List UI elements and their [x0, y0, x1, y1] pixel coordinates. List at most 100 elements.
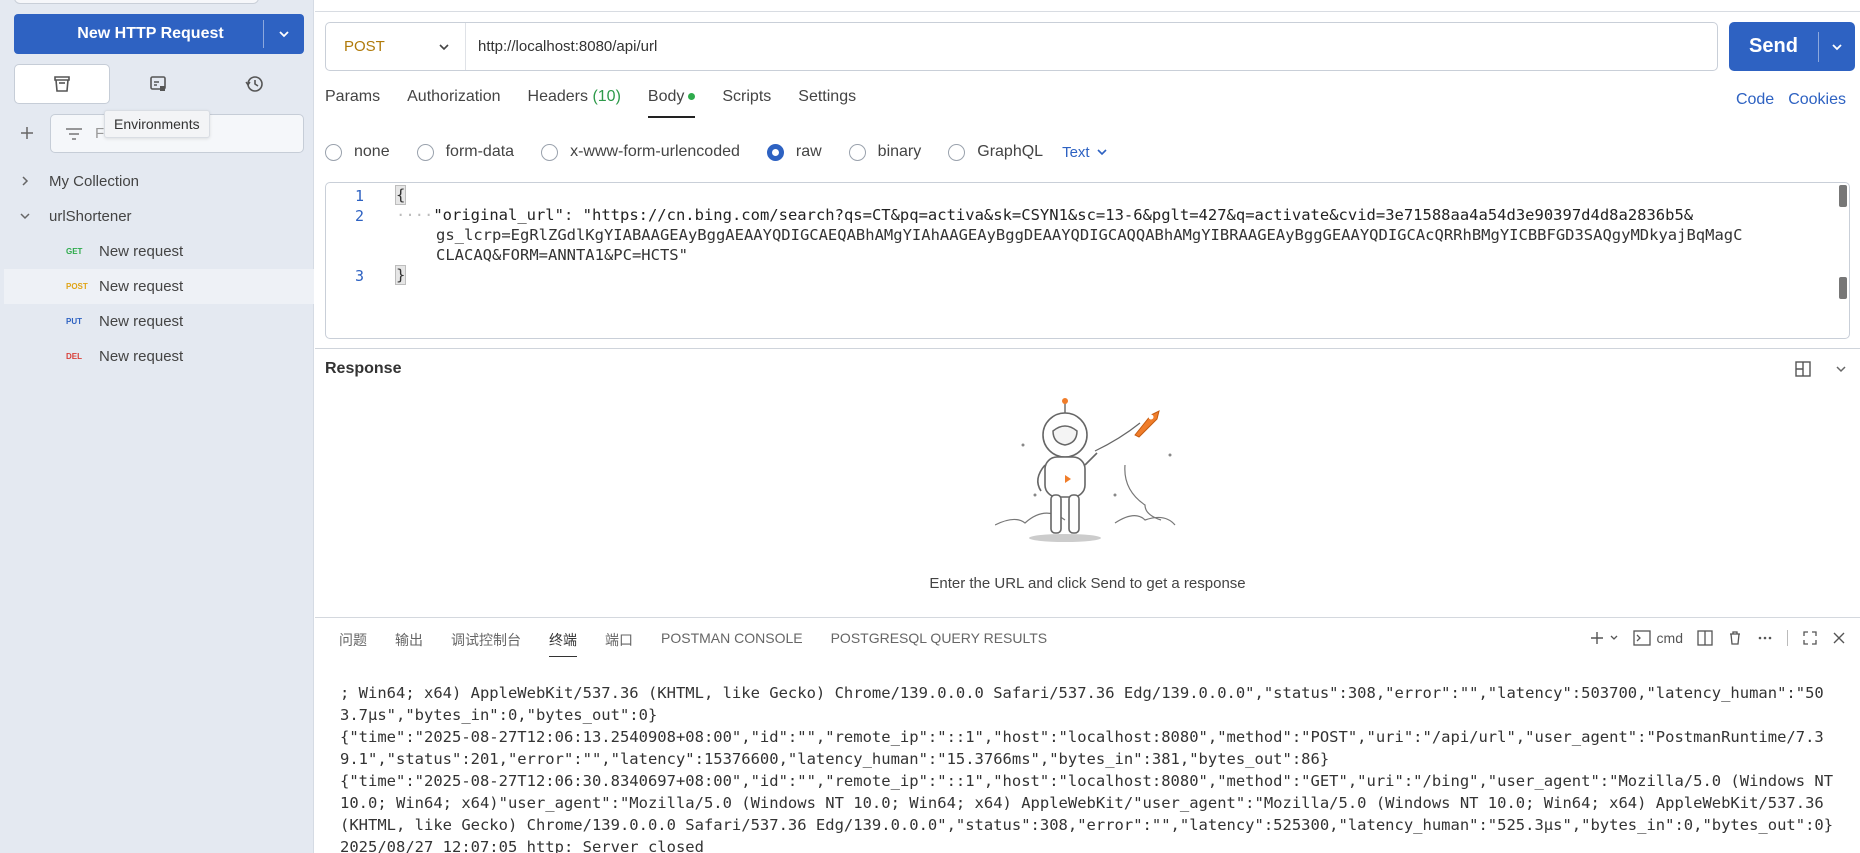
radio-circle[interactable]: [541, 143, 559, 161]
tab-settings[interactable]: Settings: [798, 88, 856, 118]
tab-collections[interactable]: [14, 64, 110, 104]
response-title: Response: [325, 360, 402, 377]
chevron-down-icon[interactable]: [1819, 40, 1855, 54]
method-badge-get: GET: [66, 247, 83, 256]
body-editor[interactable]: 1 2 3 { ····"original_url": "https://cn.…: [325, 182, 1850, 339]
divider: [1787, 630, 1788, 646]
scroll-thumb[interactable]: [1839, 277, 1847, 299]
tab-authorization[interactable]: Authorization: [407, 88, 500, 118]
tab-environments[interactable]: [110, 64, 206, 104]
chevron-down-icon[interactable]: [264, 27, 304, 41]
new-http-request-label[interactable]: New HTTP Request: [14, 25, 263, 43]
method-badge-post: POST: [66, 282, 88, 291]
close-brace: }: [394, 265, 407, 285]
code-link[interactable]: Code: [1736, 91, 1774, 109]
collection-name: urlShortener: [49, 208, 132, 225]
url-bar: POST: [325, 22, 1718, 71]
radio-circle[interactable]: [325, 143, 342, 161]
line-number: 1: [354, 187, 364, 205]
radio-none[interactable]: none: [325, 143, 390, 161]
tab-history[interactable]: [206, 64, 302, 104]
scroll-thumb[interactable]: [1839, 185, 1847, 207]
more-icon[interactable]: [1757, 630, 1773, 646]
send-label[interactable]: Send: [1729, 35, 1818, 58]
body-type-selector: none form-data x-www-form-urlencoded raw…: [325, 140, 1108, 164]
radio-label: GraphQL: [977, 143, 1044, 160]
headers-count: (10): [592, 88, 621, 105]
open-brace: {: [394, 185, 407, 205]
request-links: Code Cookies: [1736, 91, 1846, 109]
request-item-del[interactable]: DEL New request: [4, 339, 314, 374]
indent-dots: ····: [396, 206, 434, 224]
radio-binary[interactable]: binary: [848, 143, 921, 161]
response-actions: [1794, 360, 1848, 378]
split-icon[interactable]: [1697, 630, 1713, 646]
collection-my-collection[interactable]: My Collection: [0, 164, 314, 199]
radio-urlencoded[interactable]: x-www-form-urlencoded: [541, 143, 740, 161]
sidebar: New HTTP Request Environments F My Colle…: [0, 0, 314, 853]
request-item-put[interactable]: PUT New request: [4, 304, 314, 339]
modified-dot: [688, 93, 696, 101]
maximize-icon[interactable]: [1802, 630, 1818, 646]
tab-body-label: Body: [647, 88, 685, 105]
chevron-down-icon: [1097, 149, 1107, 156]
radio-raw[interactable]: raw: [766, 143, 822, 161]
tab-output[interactable]: 输出: [395, 630, 423, 657]
tab-terminal[interactable]: 终端: [549, 630, 577, 657]
cookies-link[interactable]: Cookies: [1788, 91, 1846, 109]
radio-circle[interactable]: [948, 143, 966, 161]
radio-label: none: [354, 143, 390, 160]
tab-params[interactable]: Params: [325, 88, 380, 118]
new-http-request-button[interactable]: New HTTP Request: [14, 14, 304, 54]
json-value-3: CLACAQ&FORM=ANNTA1&PC=HCTS": [436, 246, 688, 264]
tab-ports[interactable]: 端口: [605, 630, 633, 657]
tab-debug-console[interactable]: 调试控制台: [451, 630, 521, 657]
json-value-2: gs_lcrp=EgRlZGdlKgYIABAAGEAyBggAEAAYQDIG…: [436, 226, 1743, 244]
workspace-selector[interactable]: [14, 0, 259, 4]
url-input[interactable]: [466, 38, 1717, 55]
panel-actions: cmd: [1589, 630, 1846, 646]
terminal-panel: 问题 输出 调试控制台 终端 端口 POSTMAN CONSOLE POSTGR…: [315, 617, 1860, 853]
collections-icon: [54, 76, 70, 92]
tab-problems[interactable]: 问题: [339, 630, 367, 657]
json-value-1: "https://cn.bing.com/search?qs=CT&pq=act…: [582, 206, 1694, 224]
sidebar-icon-tabs: [14, 64, 304, 104]
tab-headers[interactable]: Headers (10): [528, 88, 621, 118]
history-icon: [245, 76, 263, 92]
chevron-right-icon[interactable]: [18, 174, 32, 188]
add-icon[interactable]: [16, 122, 38, 144]
code-line: CLACAQ&FORM=ANNTA1&PC=HCTS": [436, 246, 688, 264]
filter-placeholder: F: [95, 125, 105, 142]
request-item-get[interactable]: GET New request: [4, 234, 314, 269]
chevron-down-icon[interactable]: [18, 209, 32, 223]
tab-postman-console[interactable]: POSTMAN CONSOLE: [661, 630, 803, 657]
main-panel: POST Send Params Authorization Headers (…: [315, 0, 1860, 853]
tab-scripts[interactable]: Scripts: [722, 88, 771, 118]
format-select[interactable]: Text: [1062, 144, 1108, 161]
code-line: gs_lcrp=EgRlZGdlKgYIABAAGEAyBggAEAAYQDIG…: [436, 226, 1742, 244]
trash-icon[interactable]: [1727, 630, 1743, 646]
chevron-down-icon[interactable]: [1834, 362, 1848, 376]
panel-tabs: 问题 输出 调试控制台 终端 端口 POSTMAN CONSOLE POSTGR…: [339, 630, 1075, 657]
tab-body[interactable]: Body: [647, 88, 696, 118]
radio-graphql[interactable]: GraphQL: [948, 143, 1043, 161]
radio-circle[interactable]: [766, 143, 784, 161]
request-item-post[interactable]: POST New request: [4, 269, 314, 304]
radio-circle[interactable]: [848, 143, 866, 161]
radio-form-data[interactable]: form-data: [416, 143, 514, 161]
editor-scrollbar[interactable]: [1837, 183, 1847, 338]
radio-circle[interactable]: [416, 143, 434, 161]
close-icon[interactable]: [1832, 631, 1846, 645]
line-gutter: 1 2 3: [326, 183, 384, 338]
chevron-down-icon[interactable]: [1609, 633, 1619, 643]
shell-name[interactable]: cmd: [1657, 630, 1683, 646]
plus-icon[interactable]: [1589, 630, 1605, 646]
request-name: New request: [99, 278, 184, 295]
terminal-output[interactable]: ; Win64; x64) AppleWebKit/537.36 (KHTML,…: [340, 682, 1840, 853]
method-select[interactable]: POST: [326, 23, 466, 70]
send-button[interactable]: Send: [1729, 22, 1855, 71]
divider: [315, 11, 1860, 12]
layout-icon[interactable]: [1794, 360, 1812, 378]
tab-postgresql-results[interactable]: POSTGRESQL QUERY RESULTS: [831, 630, 1048, 657]
collection-urlshortener[interactable]: urlShortener: [0, 199, 314, 234]
